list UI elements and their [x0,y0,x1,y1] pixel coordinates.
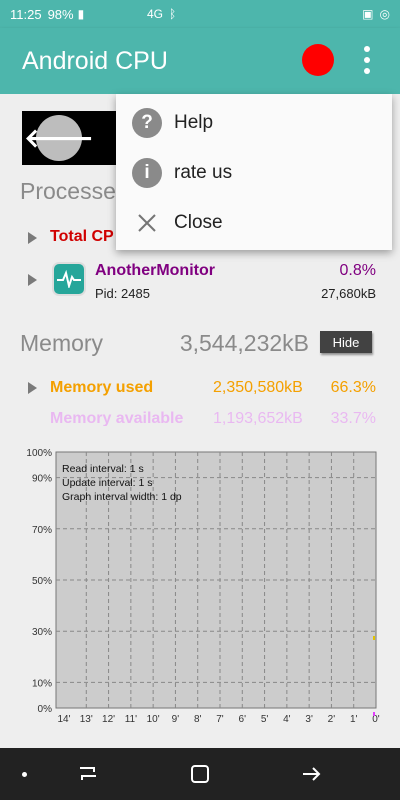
whatsapp-icon: ◎ [379,7,390,21]
memory-used-percent: 66.3% [330,379,376,396]
x-tick-label: 10' [147,714,160,724]
menu-item-label: rate us [174,162,233,183]
memory-title: Memory [20,330,104,356]
record-button[interactable] [302,44,334,76]
graph-info-line: Graph interval width: 1 dp [62,491,182,503]
x-tick-label: 3' [305,714,313,724]
expand-arrow-icon[interactable] [28,274,37,286]
x-tick-label: 7' [216,714,224,724]
close-icon [134,210,160,236]
x-tick-label: 9' [172,714,180,724]
y-tick-label: 90% [32,474,52,485]
nav-dot-icon [22,772,27,777]
menu-item-label: Close [174,212,223,233]
process-memory: 27,680kB [321,286,376,301]
status-time: 11:25 [10,6,42,22]
more-dot-icon [364,46,370,52]
recent-apps-icon[interactable] [76,762,100,786]
x-tick-label: 14' [57,714,70,724]
x-tick-label: 13' [80,714,93,724]
memory-available-label: Memory available [50,410,184,426]
graph-info-line: Read interval: 1 s [62,463,144,475]
memory-used-value: 2,350,580kB [213,379,303,396]
menu-item-help[interactable]: ? Help [116,98,392,148]
back-arrow-icon: 🡐 [24,115,94,161]
signal-icon: ▮ [77,7,85,21]
total-cpu-label: Total CP [50,228,114,245]
x-tick-label: 2' [328,714,336,724]
graph-info-line: Update interval: 1 s [62,477,152,489]
graph-y-ticks: 100% 90% 70% 50% 30% 10% 0% [26,448,52,715]
menu-item-close[interactable]: Close [116,198,392,248]
more-dot-icon [364,57,370,63]
home-icon[interactable] [188,762,212,786]
memory-used-label: Memory used [50,379,154,396]
bluetooth-icon: ᛒ [168,7,177,21]
menu-item-label: Help [174,112,214,133]
hide-button[interactable]: Hide [320,331,372,353]
anothermonitor-app-icon [52,262,86,296]
expand-arrow-icon[interactable] [28,382,37,394]
y-tick-label: 0% [38,704,53,715]
graph-canvas: 100% 90% 70% 50% 30% 10% 0% 14' 13' 12' 11' 10' 9' 8… [26,448,379,725]
x-tick-label: 12' [102,714,115,724]
network-type: 4G [146,7,163,21]
process-cpu: 0.8% [339,262,376,279]
memory-total: 3,544,232kB [179,330,309,356]
back-icon[interactable] [300,762,324,786]
app-title: Android CPU [22,46,168,75]
y-tick-label: 10% [32,678,52,689]
overflow-menu-button[interactable] [358,42,376,78]
usage-graph: 100% 90% 70% 50% 30% 10% 0% 14' 13' 12' 11' 10' 9' 8… [0,444,400,725]
process-pid: Pid: 2485 [95,286,150,301]
processes-title: Processe [20,178,116,204]
x-tick-label: 5' [261,714,269,724]
help-icon: ? [132,108,162,138]
memory-available-percent: 33.7% [330,410,376,426]
x-tick-label: 6' [239,714,247,724]
process-name: AnotherMonitor [95,262,215,279]
heartbeat-icon [57,270,81,288]
monitor-notification-icon: ▣ [362,7,374,21]
app-bar: Android CPU [0,28,400,94]
x-tick-label: 1' [350,714,358,724]
menu-item-rate-us[interactable]: i rate us [116,148,392,198]
status-bar: 11:25 98% ▮ 4G ᛒ ▣ ◎ [0,0,400,28]
memory-available-value: 1,193,652kB [213,410,303,426]
more-dot-icon [364,68,370,74]
battery-level: 98% [47,6,74,22]
graph-x-ticks: 14' 13' 12' 11' 10' 9' 8' 7' 6' 5' 4' 3' 2' 1' 0' [57,714,379,725]
y-tick-label: 70% [32,525,52,536]
x-tick-label: 8' [194,714,202,724]
overflow-menu: ? Help i rate us Close [116,94,392,250]
y-tick-label: 30% [32,627,52,638]
y-tick-label: 100% [26,448,52,459]
info-icon: i [132,158,162,188]
y-tick-label: 50% [32,576,52,587]
memory-available-row: Memory available 1,193,652kB 33.7% [0,406,400,426]
x-tick-label: 4' [283,714,291,724]
navigation-bar [0,748,400,800]
x-tick-label: 11' [125,714,137,724]
expand-arrow-icon[interactable] [28,232,37,244]
